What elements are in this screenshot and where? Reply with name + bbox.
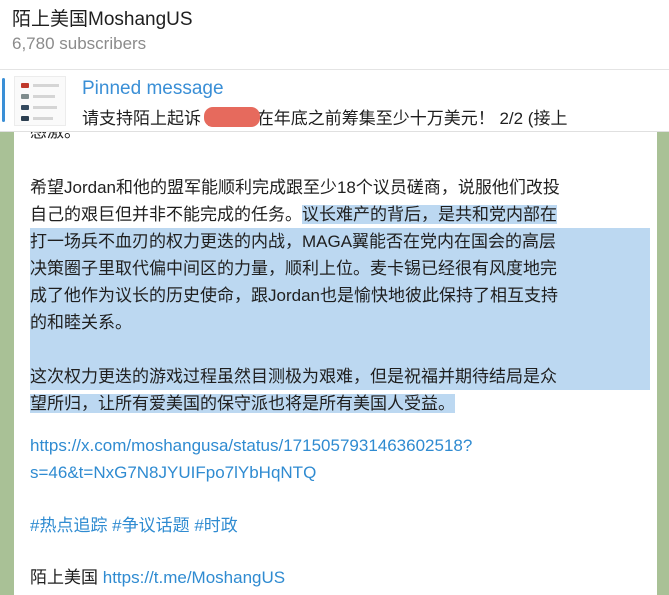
message-bubble[interactable]: 感激。 希望Jordan和他的盟军能顺利完成跟至少18个议员磋商，说服他们改投 … (14, 132, 657, 595)
hashtags[interactable]: #热点追踪 #争议话题 #时政 (30, 512, 650, 539)
thumb-line (33, 84, 59, 87)
selected-text-line: 这次权力更迭的游戏过程虽然目测极为艰难，但是祝福并期待结局是众 (30, 363, 650, 390)
text-line: 自己的艰巨但并非不能完成的任务。议长难产的背后，是共和党内部在 (30, 201, 650, 228)
pinned-indicator (2, 78, 5, 122)
text-line: 希望Jordan和他的盟军能顺利完成跟至少18个议员磋商，说服他们改投 (30, 178, 560, 197)
channel-link[interactable]: https://t.me/MoshangUS (103, 568, 285, 587)
text-line: 望所归，让所有爱美国的保守派也将是所有美国人受益。 (30, 390, 650, 417)
selected-text: 议长难产的背后，是共和党内部在 (302, 205, 557, 224)
selected-text-line: 的和睦关系。 (30, 309, 650, 336)
link-line[interactable]: https://x.com/moshangusa/status/17150579… (30, 432, 650, 459)
thumb-line (33, 117, 53, 120)
chat-header[interactable]: 陌上美国MoshangUS 6,780 subscribers (0, 0, 669, 70)
pinned-text: 请支持陌上起诉 ，需要在年底之前筹集至少十万美元！ 2/2 (接上 (82, 109, 568, 128)
subscriber-count: 6,780 subscribers (12, 34, 147, 53)
selected-text: 望所归，让所有爱美国的保守派也将是所有美国人受益。 (30, 394, 455, 413)
thumb-line (33, 106, 57, 109)
thumb-icon (21, 83, 29, 88)
selected-text-line: 决策圈子里取代偏中间区的力量，顺利上位。麦卡锡已经很有风度地完 (30, 255, 650, 282)
signature-name: 陌上美国 (30, 568, 98, 587)
message-cut-line: 感激。 (30, 132, 650, 145)
paragraph-1: 希望Jordan和他的盟军能顺利完成跟至少18个议员磋商，说服他们改投 自己的艰… (30, 174, 650, 417)
thumb-icon (21, 105, 29, 110)
tweet-link[interactable]: https://x.com/moshangusa/status/17150579… (30, 432, 650, 486)
thumb-icon (21, 116, 29, 121)
selected-text-line: 成了他作为议长的历史使命，跟Jordan也是愉快地彼此保持了相互支持 (30, 282, 650, 309)
text-segment: 自己的艰巨但并非不能完成的任务。 (30, 205, 302, 224)
pinned-message-bar[interactable]: Pinned message 请支持陌上起诉 ，需要在年底之前筹集至少十万美元！… (0, 70, 669, 132)
thumb-icon (21, 94, 29, 99)
pinned-label: Pinned message (82, 78, 224, 99)
redaction-mark (204, 107, 260, 127)
selected-text-line: 打一场兵不血刃的权力更迭的内战，MAGA翼能否在党内在国会的高层 (30, 228, 650, 255)
selected-blank-line (30, 336, 650, 363)
signature: 陌上美国 https://t.me/MoshangUS (30, 564, 650, 591)
channel-title[interactable]: 陌上美国MoshangUS (12, 4, 193, 31)
link-line[interactable]: s=46&t=NxG7N8JYUIFpo7lYbHqNTQ (30, 459, 650, 486)
pinned-thumbnail[interactable] (14, 76, 66, 126)
thumb-line (33, 95, 55, 98)
